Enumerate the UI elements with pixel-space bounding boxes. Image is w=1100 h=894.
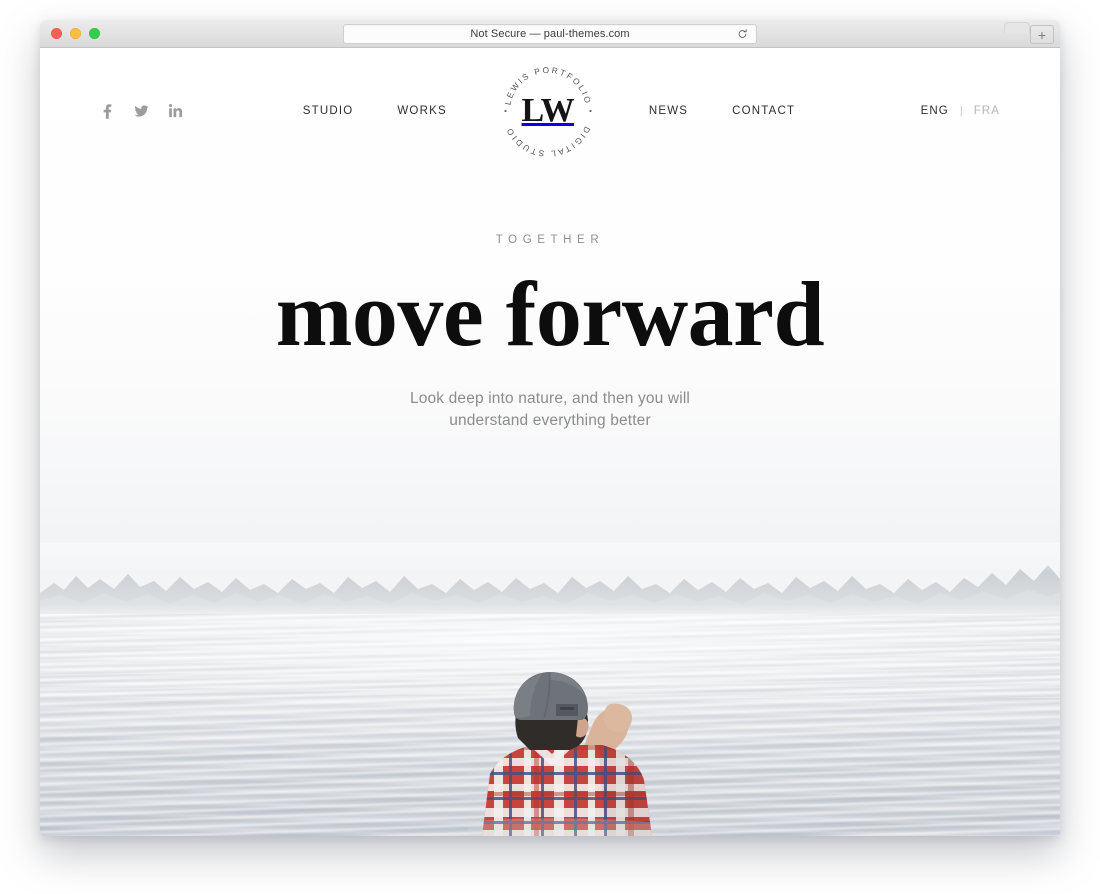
site-header: STUDIO WORKS LEWIS PORTFOLIO DIGITAL STU… (40, 48, 1060, 174)
nav-item-works[interactable]: WORKS (397, 105, 446, 117)
nav-item-studio[interactable]: STUDIO (303, 105, 354, 117)
hero-section: TOGETHER move forward Look deep into nat… (40, 234, 1060, 432)
social-links (98, 102, 303, 120)
browser-titlebar: Not Secure — paul-themes.com + (40, 20, 1060, 48)
lang-divider: | (959, 105, 963, 117)
hero-subtitle-line1: Look deep into nature, and then you will (409, 389, 691, 407)
linkedin-icon[interactable] (166, 102, 184, 120)
address-bar[interactable]: Not Secure — paul-themes.com (343, 24, 757, 44)
close-window-button[interactable] (51, 28, 62, 39)
new-tab-button[interactable]: + (1030, 25, 1054, 44)
facebook-icon[interactable] (98, 102, 116, 120)
maximize-window-button[interactable] (89, 28, 100, 39)
nav-group-left: STUDIO WORKS (303, 105, 447, 117)
nav-group-right: NEWS CONTACT (649, 105, 795, 117)
twitter-icon[interactable] (132, 102, 150, 120)
photo-treeline (40, 543, 1060, 621)
hero-eyebrow: TOGETHER (495, 234, 605, 246)
address-text: Not Secure — paul-themes.com (470, 28, 630, 40)
lang-option-eng[interactable]: ENG (921, 105, 949, 117)
window-controls (51, 28, 100, 39)
hero-subtitle: Look deep into nature, and then you will… (80, 388, 1020, 432)
hero-title: move forward (275, 263, 825, 365)
page-viewport: STUDIO WORKS LEWIS PORTFOLIO DIGITAL STU… (40, 48, 1060, 836)
hero-subtitle-line2: understand everything better (449, 411, 651, 429)
nav-item-news[interactable]: NEWS (649, 105, 688, 117)
tab-strip-placeholder (1004, 22, 1030, 33)
svg-text:DIGITAL STUDIO: DIGITAL STUDIO (503, 125, 592, 159)
reload-icon[interactable] (737, 29, 748, 40)
site-logo[interactable]: LEWIS PORTFOLIO DIGITAL STUDIO LW (500, 63, 596, 159)
language-switcher: ENG | FRA (795, 105, 1000, 117)
lang-option-fra[interactable]: FRA (974, 105, 1000, 117)
minimize-window-button[interactable] (70, 28, 81, 39)
nav-item-contact[interactable]: CONTACT (732, 105, 795, 117)
main-navigation: STUDIO WORKS LEWIS PORTFOLIO DIGITAL STU… (303, 63, 796, 159)
photo-subject-person (438, 646, 698, 836)
logo-monogram: LW (521, 92, 575, 129)
browser-window: Not Secure — paul-themes.com + STUDIO WO… (40, 20, 1060, 836)
